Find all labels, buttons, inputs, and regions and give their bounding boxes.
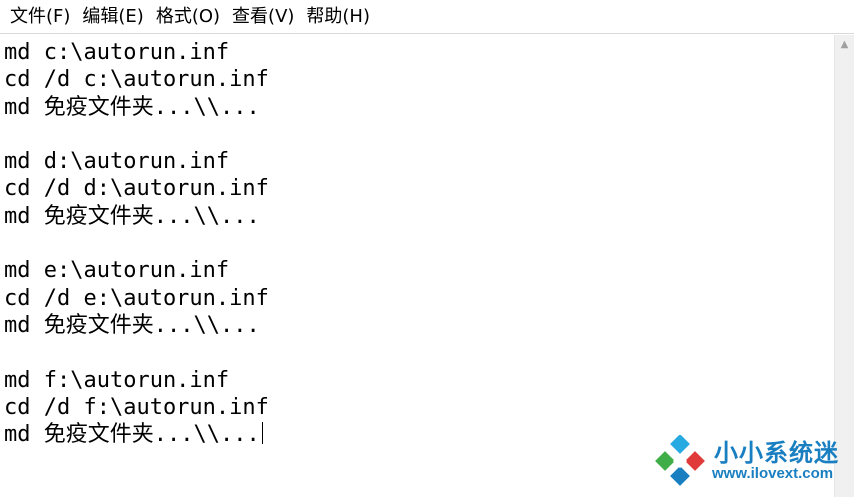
text-caret: [261, 422, 263, 445]
scroll-up-icon[interactable]: ▲: [835, 35, 854, 53]
watermark-logo-icon: [655, 435, 705, 486]
text-line: cd /d d:\autorun.inf: [4, 176, 269, 202]
text-line: md 免疫文件夹...\\...: [4, 94, 260, 120]
text-line: [4, 230, 834, 257]
text-line: md 免疫文件夹...\\...: [4, 203, 260, 229]
text-line: cd /d f:\autorun.inf: [4, 394, 269, 420]
menu-view[interactable]: 查看(V): [226, 0, 300, 34]
text-line: cd /d c:\autorun.inf: [4, 67, 269, 93]
text-editor[interactable]: md c:\autorun.inf cd /d c:\autorun.inf m…: [0, 35, 834, 497]
text-line: [4, 121, 834, 148]
text-line: cd /d e:\autorun.inf: [4, 285, 269, 311]
text-line: md 免疫文件夹...\\...: [4, 312, 260, 338]
watermark-url: www.ilovext.com: [712, 465, 834, 482]
text-line: md c:\autorun.inf: [4, 40, 230, 65]
menu-edit[interactable]: 编辑(E): [76, 0, 149, 34]
text-line-content: md 免疫文件夹...\\...: [4, 422, 260, 448]
text-line: [4, 339, 834, 366]
vertical-scrollbar[interactable]: ▲: [834, 35, 854, 497]
watermark-title: 小小系统迷: [714, 439, 839, 467]
menu-help[interactable]: 帮助(H): [300, 0, 376, 34]
text-line: md f:\autorun.inf: [4, 367, 230, 393]
text-line: md e:\autorun.inf: [4, 258, 230, 284]
menu-format[interactable]: 格式(O): [150, 0, 226, 34]
watermark: 小小系统迷 www.ilovext.com: [654, 431, 844, 491]
text-line: md d:\autorun.inf: [4, 149, 230, 175]
menu-file[interactable]: 文件(F): [4, 0, 76, 34]
menu-bar: 文件(F) 编辑(E) 格式(O) 查看(V) 帮助(H): [0, 0, 854, 34]
